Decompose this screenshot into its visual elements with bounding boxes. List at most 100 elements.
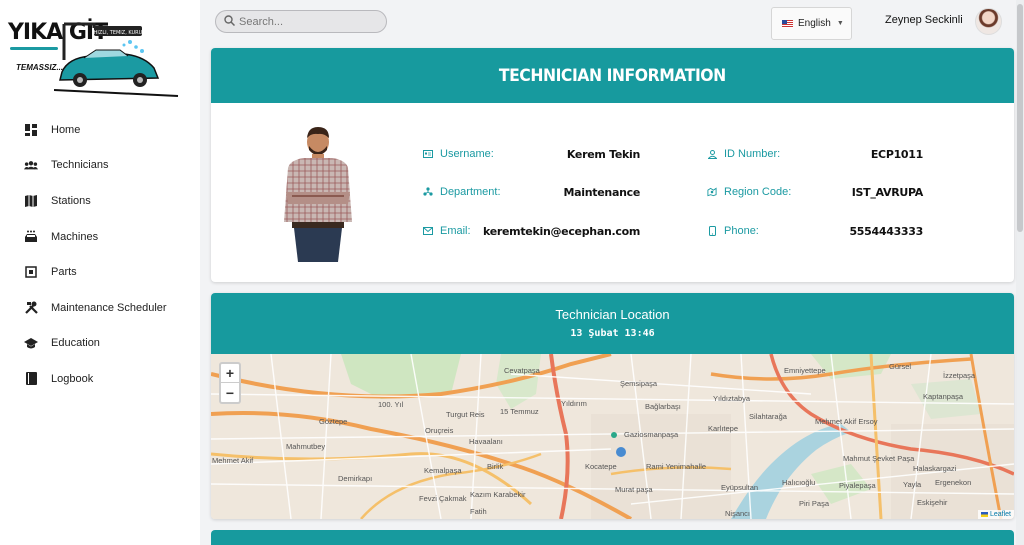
phone-field: Phone: xyxy=(707,225,759,237)
map-label: Piyalepaşa xyxy=(839,481,876,490)
technician-info-header: TECHNICIAN INFORMATION xyxy=(211,48,1014,103)
map-label: Mahmutbey xyxy=(286,442,326,451)
map-attribution[interactable]: Leaflet xyxy=(977,510,1014,519)
department-value: Maintenance xyxy=(563,186,641,199)
sidebar-item-logbook[interactable]: Logbook xyxy=(0,361,200,397)
map-label: Ergenekon xyxy=(935,478,972,487)
sidebar-item-label: Machines xyxy=(51,230,99,243)
technician-info-card: TECHNICIAN INFORMATION Username: Kerem T… xyxy=(211,48,1014,282)
technician-photo xyxy=(284,127,352,262)
region-code-field: Region Code: xyxy=(707,186,791,198)
phone-value[interactable]: 5554443333 xyxy=(849,225,923,238)
person-icon xyxy=(707,149,717,159)
map-label: Yayla xyxy=(903,480,922,489)
map-view[interactable]: + − Cevatpaşa Şemsipaşa Emniyettepe Gürs… xyxy=(211,354,1014,519)
map-label: Silahtarağa xyxy=(749,412,787,421)
search-icon xyxy=(224,13,236,31)
sidebar-item-label: Home xyxy=(51,123,81,136)
map-label: Gürsel xyxy=(889,362,912,371)
brand-underline xyxy=(10,47,58,50)
region-code-value: IST_AVRUPA xyxy=(851,186,924,199)
sidebar-item-label: Stations xyxy=(51,194,91,207)
brand-logo[interactable]: YIKA GİT TEMASSIZ... HIZLI, TEMIZ, KURU xyxy=(4,14,180,97)
map-icon xyxy=(24,194,38,208)
map-label: Nişancı xyxy=(725,509,751,518)
phone-icon xyxy=(707,226,717,236)
map-label: Fatih xyxy=(470,507,487,516)
map-label: Eyüpsultan xyxy=(721,483,759,492)
map-label: 100. Yıl xyxy=(378,400,404,409)
scrollbar-thumb[interactable] xyxy=(1017,4,1023,232)
us-flag-icon xyxy=(782,19,793,28)
search-input[interactable] xyxy=(239,15,379,28)
id-number-field: ID Number: xyxy=(707,148,780,160)
map-zoom-control: + − xyxy=(219,362,241,404)
map-label: Gaziosmanpaşa xyxy=(624,430,679,439)
technician-location-card: Technician Location 13 Şubat 13:46 + − C… xyxy=(211,293,1014,519)
department-field: Department: xyxy=(423,186,501,198)
region-code-label: Region Code: xyxy=(724,186,792,198)
sidebar-item-label: Logbook xyxy=(51,372,94,385)
zoom-out-button[interactable]: − xyxy=(221,383,239,402)
map-label: Kemalpaşa xyxy=(424,466,462,475)
svg-text:HIZLI, TEMIZ, KURU: HIZLI, TEMIZ, KURU xyxy=(94,30,143,36)
map-label: Kocatepe xyxy=(585,462,617,471)
graduation-cap-icon xyxy=(24,336,38,350)
map-label: Halıcıoğlu xyxy=(782,478,816,487)
map-label: Mehmet Akif Ersoy xyxy=(815,417,878,426)
next-card-header xyxy=(211,530,1014,545)
department-label: Department: xyxy=(440,186,501,198)
phone-label: Phone: xyxy=(724,225,759,237)
language-label: English xyxy=(798,18,831,29)
map-label: Oruçreis xyxy=(425,426,454,435)
avatar[interactable] xyxy=(975,8,1002,35)
map-label: Piri Paşa xyxy=(799,499,830,508)
ukraine-flag-icon xyxy=(980,511,988,517)
language-select[interactable]: English ▼ xyxy=(771,7,852,40)
map-tiles xyxy=(211,354,1014,519)
sidebar-nav: Home Technicians Stations Machines Parts xyxy=(0,112,200,397)
map-label: Eskişehir xyxy=(917,498,948,507)
sidebar-item-education[interactable]: Education xyxy=(0,326,200,362)
people-icon xyxy=(24,158,38,172)
tools-icon xyxy=(24,301,38,315)
zoom-in-button[interactable]: + xyxy=(221,364,239,383)
page-scrollbar[interactable] xyxy=(1016,0,1024,545)
sidebar-item-label: Maintenance Scheduler xyxy=(51,301,167,314)
mail-icon xyxy=(423,226,433,236)
email-field: Email: xyxy=(423,225,471,237)
map-label: 15 Temmuz xyxy=(500,407,539,416)
car-wash-logo-icon: HIZLI, TEMIZ, KURU xyxy=(54,22,179,97)
sidebar-item-parts[interactable]: Parts xyxy=(0,254,200,290)
map-label: Demirkapı xyxy=(338,474,373,483)
sidebar-item-home[interactable]: Home xyxy=(0,112,200,148)
region-icon xyxy=(707,187,717,197)
map-label: İzzetpaşa xyxy=(943,371,976,380)
search-bar[interactable] xyxy=(215,10,387,33)
map-label: Halaskargazi xyxy=(913,464,957,473)
caret-down-icon: ▼ xyxy=(836,20,844,27)
map-label: Karlıtepe xyxy=(708,424,739,433)
username-field: Username: xyxy=(423,148,494,160)
map-label: Yıldırım xyxy=(561,399,587,408)
sidebar: YIKA GİT TEMASSIZ... HIZLI, TEMIZ, KURU … xyxy=(0,0,200,545)
map-label: Yıldıztabya xyxy=(713,394,751,403)
sidebar-item-technicians[interactable]: Technicians xyxy=(0,148,200,184)
map-label: Birlik xyxy=(487,462,504,471)
username-value: Kerem Tekin xyxy=(566,148,640,161)
sidebar-item-machines[interactable]: Machines xyxy=(0,219,200,255)
map-label: Mahmut Şevket Paşa xyxy=(843,454,915,463)
page-title: TECHNICIAN INFORMATION xyxy=(499,65,726,86)
map-label: Kazım Karabekir xyxy=(470,490,526,499)
attribution-link[interactable]: Leaflet xyxy=(990,511,1011,518)
email-value[interactable]: keremtekin@ecephan.com xyxy=(483,225,640,238)
user-name[interactable]: Zeynep Seckinli xyxy=(885,14,963,26)
chip-icon xyxy=(24,265,38,279)
map-label: Havaalanı xyxy=(469,437,503,446)
book-icon xyxy=(24,372,38,386)
sidebar-item-stations[interactable]: Stations xyxy=(0,183,200,219)
sidebar-item-maintenance-scheduler[interactable]: Maintenance Scheduler xyxy=(0,290,200,326)
map-label: Fevzi Çakmak xyxy=(419,494,467,503)
map-label: Cevatpaşa xyxy=(504,366,540,375)
location-header: Technician Location 13 Şubat 13:46 xyxy=(211,293,1014,354)
